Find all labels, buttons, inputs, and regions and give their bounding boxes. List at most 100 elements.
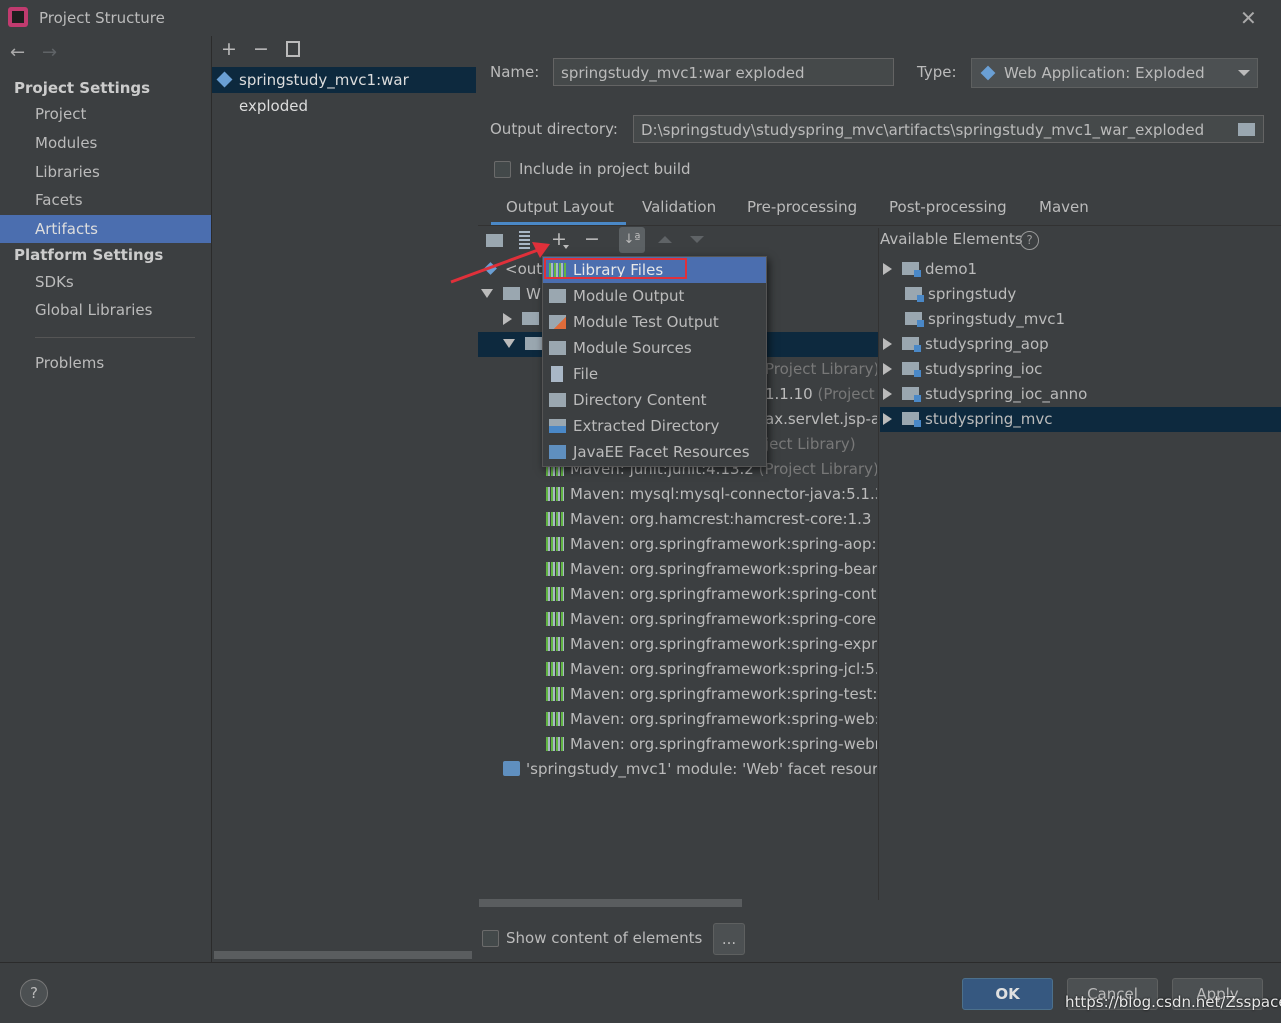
artifact-list-pane	[212, 36, 476, 962]
tab-post-processing[interactable]: Post-processing	[889, 198, 1007, 216]
available-item-studyspring-ioc[interactable]: studyspring_ioc	[880, 357, 1281, 382]
library-suffix: (P	[876, 510, 877, 528]
library-label: Maven: org.springframework:spring-test:5	[570, 685, 877, 703]
tree-partial-row-2-suffix: (Project L	[817, 385, 877, 403]
artifact-list-scrollbar[interactable]	[214, 951, 472, 959]
tab-output-layout[interactable]: Output Layout	[506, 198, 614, 216]
forward-arrow-icon[interactable]: →	[42, 42, 57, 63]
module-folder-icon	[902, 387, 921, 402]
tree-facet-resource-row[interactable]: 'springstudy_mvc1' module: 'Web' facet r…	[503, 757, 877, 782]
help-circle-icon[interactable]: ?	[1020, 231, 1039, 250]
tree-library-row[interactable]: Maven: org.springframework:spring-beans	[546, 557, 877, 582]
artifact-item-springstudy-mvc1[interactable]: springstudy_mvc1:war exploded	[212, 67, 476, 115]
tab-validation[interactable]: Validation	[642, 198, 716, 216]
tree-lib-row[interactable]	[503, 332, 543, 357]
module-folder-icon	[902, 362, 921, 377]
menu-item-file[interactable]: File	[543, 361, 766, 387]
include-in-build-label: Include in project build	[519, 160, 691, 178]
module-sources-icon	[549, 341, 566, 355]
layout-splitter[interactable]	[878, 228, 879, 900]
available-item-studyspring-mvc[interactable]: studyspring_mvc	[880, 407, 1281, 432]
tree-library-row[interactable]: Maven: org.springframework:spring-expre	[546, 632, 877, 657]
menu-item-label: Extracted Directory	[573, 417, 720, 435]
sidebar-item-project[interactable]: Project	[0, 100, 211, 128]
available-item-demo1[interactable]: demo1	[880, 257, 1281, 282]
menu-item-label: File	[573, 365, 599, 383]
expand-right-icon	[883, 413, 892, 425]
back-arrow-icon[interactable]: ←	[10, 42, 25, 63]
remove-artifact-button[interactable]: −	[253, 38, 269, 60]
menu-item-javaee-facet-resources[interactable]: JavaEE Facet Resources	[543, 439, 766, 465]
menu-item-directory-content[interactable]: Directory Content	[543, 387, 766, 413]
add-artifact-button[interactable]: +	[221, 38, 237, 60]
menu-item-extracted-directory[interactable]: Extracted Directory	[543, 413, 766, 439]
tree-library-row[interactable]: Maven: org.springframework:spring-webm	[546, 732, 877, 757]
expand-right-icon	[883, 263, 892, 275]
show-content-options-button[interactable]: ...	[713, 923, 745, 955]
ok-button[interactable]: OK	[962, 978, 1053, 1010]
available-item-springstudy-mvc1[interactable]: springstudy_mvc1	[905, 307, 1281, 332]
tab-pre-processing[interactable]: Pre-processing	[747, 198, 857, 216]
library-icon	[546, 587, 564, 601]
remove-element-button[interactable]: −	[584, 228, 600, 250]
type-select[interactable]: Web Application: Exploded	[971, 58, 1258, 88]
folder-browse-icon[interactable]	[1238, 123, 1255, 136]
tree-library-row[interactable]: Maven: mysql:mysql-connector-java:5.1.32	[546, 482, 877, 507]
sidebar-item-facets[interactable]: Facets	[0, 186, 211, 214]
name-field[interactable]: springstudy_mvc1:war exploded	[553, 58, 894, 86]
tree-library-row[interactable]: Maven: org.springframework:spring-jcl:5.…	[546, 657, 877, 682]
tree-library-row[interactable]: Maven: org.springframework:spring-conte	[546, 582, 877, 607]
annotation-highlight-box	[544, 258, 687, 279]
folder-icon	[525, 337, 542, 350]
sidebar-item-artifacts[interactable]: Artifacts	[0, 215, 211, 243]
menu-item-label: Module Sources	[573, 339, 692, 357]
library-icon	[546, 712, 564, 726]
available-item-label: studyspring_aop	[925, 335, 1049, 353]
move-down-icon[interactable]	[690, 236, 704, 243]
show-content-checkbox[interactable]	[482, 930, 499, 947]
include-in-build-checkbox[interactable]	[494, 161, 511, 178]
available-item-studyspring-ioc-anno[interactable]: studyspring_ioc_anno	[880, 382, 1281, 407]
menu-item-module-output[interactable]: Module Output	[543, 283, 766, 309]
move-up-icon[interactable]	[658, 236, 672, 243]
library-icon	[546, 537, 564, 551]
library-icon	[546, 487, 564, 501]
tree-partial-row-1[interactable]: Project Library)	[765, 357, 877, 382]
copy-icon[interactable]	[286, 41, 300, 57]
tab-maven[interactable]: Maven	[1039, 198, 1089, 216]
tree-partial-row-2[interactable]: 1.1.10 (Project L	[765, 382, 877, 407]
sidebar-item-modules[interactable]: Modules	[0, 129, 211, 157]
tree-classes-row[interactable]	[503, 307, 543, 332]
library-label: Maven: org.springframework:spring-webm	[570, 735, 877, 753]
close-icon[interactable]: ✕	[1240, 6, 1257, 30]
library-label: Maven: org.springframework:spring-web:5	[570, 710, 877, 728]
tree-partial-row-3[interactable]: ax.servlet.jsp-ap	[765, 407, 877, 432]
output-directory-field[interactable]: D:\springstudy\studyspring_mvc\artifacts…	[633, 115, 1264, 143]
chevron-down-icon	[1238, 70, 1250, 76]
annotation-arrow-icon	[450, 242, 550, 284]
tree-partial-row-4[interactable]: ject Library)	[765, 432, 877, 457]
menu-item-module-sources[interactable]: Module Sources	[543, 335, 766, 361]
tree-library-row[interactable]: Maven: org.springframework:spring-web:5	[546, 707, 877, 732]
module-folder-icon	[902, 412, 921, 427]
tree-library-row[interactable]: Maven: org.hamcrest:hamcrest-core:1.3 (P	[546, 507, 877, 532]
sidebar-item-sdks[interactable]: SDKs	[0, 268, 211, 296]
intellij-logo-icon	[8, 7, 28, 27]
layout-scrollbar[interactable]	[479, 899, 742, 907]
extracted-directory-icon	[549, 419, 566, 433]
expand-right-icon	[503, 313, 512, 325]
tree-library-row[interactable]: Maven: org.springframework:spring-aop:5	[546, 532, 877, 557]
sort-elements-icon[interactable]: ↓ª	[619, 227, 645, 253]
sidebar-item-libraries[interactable]: Libraries	[0, 158, 211, 186]
available-item-springstudy[interactable]: springstudy	[905, 282, 1281, 307]
library-suffix: (Project Library)	[758, 460, 877, 478]
tree-library-row[interactable]: Maven: org.springframework:spring-test:5	[546, 682, 877, 707]
module-output-icon	[549, 289, 566, 303]
menu-item-module-test-output[interactable]: Module Test Output	[543, 309, 766, 335]
sidebar-item-problems[interactable]: Problems	[0, 349, 211, 377]
sidebar-item-global-libraries[interactable]: Global Libraries	[0, 296, 211, 324]
available-item-studyspring-aop[interactable]: studyspring_aop	[880, 332, 1281, 357]
help-button[interactable]: ?	[20, 979, 48, 1007]
library-icon	[546, 512, 564, 526]
tree-library-row[interactable]: Maven: org.springframework:spring-core:5	[546, 607, 877, 632]
